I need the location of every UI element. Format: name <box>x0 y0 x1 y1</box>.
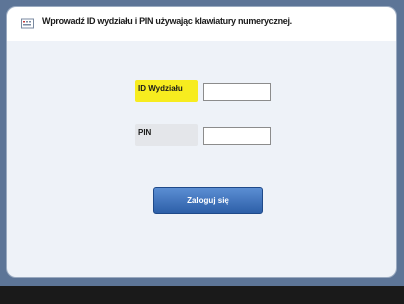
dialog-header: Wprowadź ID wydziału i PIN używając klaw… <box>7 7 396 41</box>
screen-frame: Wprowadź ID wydziału i PIN używając klaw… <box>0 0 404 286</box>
pin-field[interactable] <box>203 127 271 145</box>
keyboard-info-icon <box>21 18 34 29</box>
login-button[interactable]: Zaloguj się <box>153 187 263 214</box>
bottom-bar <box>0 286 404 304</box>
pin-label[interactable]: PIN <box>135 124 198 146</box>
department-id-field[interactable] <box>203 83 271 101</box>
login-dialog: Wprowadź ID wydziału i PIN używając klaw… <box>6 6 397 278</box>
dialog-message: Wprowadź ID wydziału i PIN używając klaw… <box>42 16 292 26</box>
department-id-label[interactable]: ID Wydziału <box>135 80 198 102</box>
